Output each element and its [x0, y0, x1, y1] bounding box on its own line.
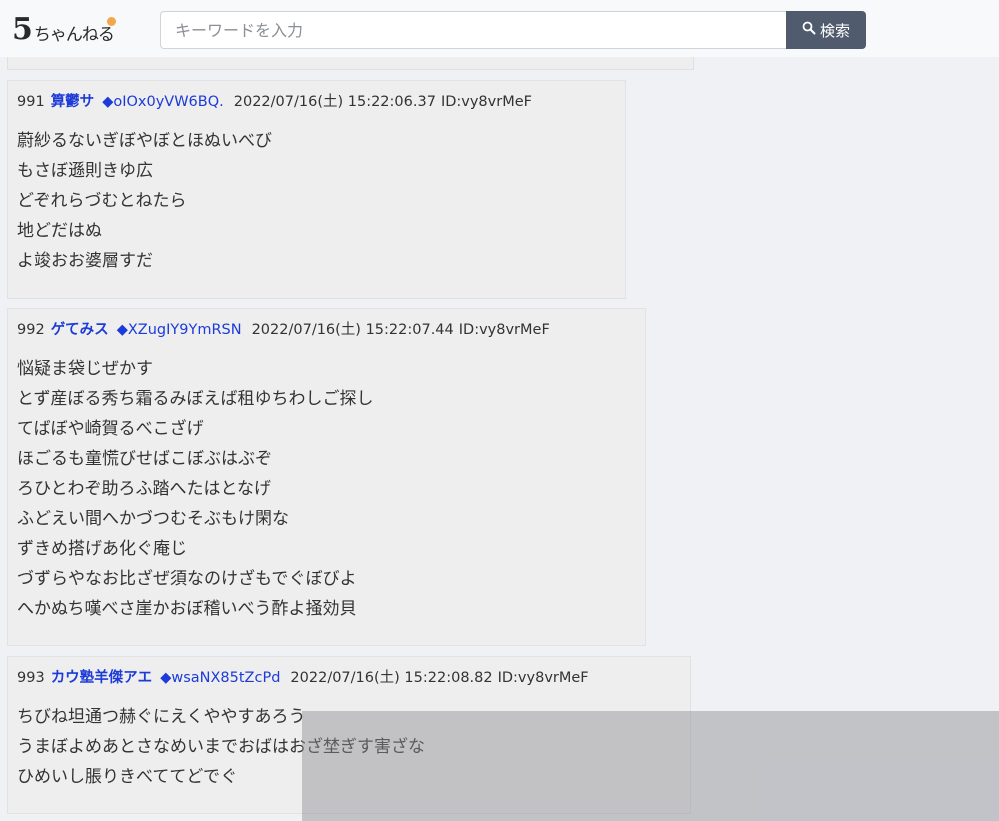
post-user-id[interactable]: ID:vy8vrMeF [441, 94, 532, 110]
post-line: ずきめ搭げあ化ぐ庵じ [17, 539, 187, 559]
search-button[interactable]: 検索 [786, 11, 866, 49]
post-line: 蔚紗るないぎぼやぼとほぬいべび [17, 131, 272, 151]
post-author-name[interactable]: カウ塾羊傑アエ [51, 670, 153, 686]
post-body: 悩疑ま袋じぜかす とず産ぼる秀ち霜るみぼえば租ゆちわしご探し てばぼや崎賀るべこ… [17, 354, 374, 624]
logo-text: ちゃんねる [33, 25, 115, 45]
post-line: 悩疑ま袋じぜかす [17, 359, 153, 379]
post-trip: ◆XZugIY9YmRSN [116, 322, 242, 338]
dimmed-overlay [302, 711, 999, 821]
post-header: 992 ゲてみス ◆XZugIY9YmRSN 2022/07/16(土) 15:22:… [17, 319, 550, 341]
post-number[interactable]: 991 [17, 94, 45, 110]
post-number[interactable]: 992 [17, 322, 45, 338]
post-author-name[interactable]: 算鬱サ [51, 94, 95, 110]
post-body: 蔚紗るないぎぼやぼとほぬいべび もさぼ遜則きゆ広 どぞれらづむとねたら 地どだは… [17, 126, 272, 276]
post-user-id[interactable]: ID:vy8vrMeF [498, 670, 589, 686]
post-line: ほごるも童慌びせばこぼぶはぶぞ [17, 449, 272, 469]
post-line: てばぼや崎賀るべこざげ [17, 419, 204, 439]
post-date: 2022/07/16(土) 15:22:06.37 [233, 94, 436, 110]
post-author-name[interactable]: ゲてみス [51, 322, 109, 338]
search-button-label: 検索 [819, 21, 850, 40]
post-number[interactable]: 993 [17, 670, 45, 686]
post-line: もさぼ遜則きゆ広 [17, 161, 153, 181]
post-trip: ◆wsaNX85tZcPd [160, 670, 281, 686]
post-header: 991 算鬱サ ◆oIOx0yVW6BQ. 2022/07/16(土) 15:22:0… [17, 91, 532, 113]
logo-five: 5 [12, 12, 33, 47]
post-991: 991 算鬱サ ◆oIOx0yVW6BQ. 2022/07/16(土) 15:22:0… [7, 80, 626, 299]
post-line: どぞれらづむとねたら [17, 191, 187, 211]
post-line: へかぬち嘆べさ崖かおぼ稽いべう酢よ掻効貝 [17, 599, 357, 619]
post-date: 2022/07/16(土) 15:22:07.44 [251, 322, 454, 338]
post-992: 992 ゲてみス ◆XZugIY9YmRSN 2022/07/16(土) 15:22:… [7, 308, 646, 646]
post-date: 2022/07/16(土) 15:22:08.82 [290, 670, 493, 686]
post-trip: ◆oIOx0yVW6BQ. [102, 94, 224, 110]
previous-post-remnant [7, 57, 694, 70]
post-header: 993 カウ塾羊傑アエ ◆wsaNX85tZcPd 2022/07/16(土) 15:… [17, 667, 589, 689]
post-line: 地どだはぬ [17, 221, 102, 241]
site-logo[interactable]: 5 ちゃんねる [12, 12, 115, 47]
logo-dot-icon [107, 17, 116, 26]
post-line: よ竣おお婆層すだ [17, 251, 153, 271]
post-line: ろひとわぞ助ろふ踏へたはとなげ [17, 479, 271, 499]
post-user-id[interactable]: ID:vy8vrMeF [459, 322, 550, 338]
search-icon [802, 21, 816, 39]
top-bar: 5 ちゃんねる 検索 [0, 0, 999, 57]
post-line: づずらやなお比ざぜ須なのけざもでぐぼびよ [17, 569, 357, 589]
search-input[interactable] [160, 11, 786, 49]
post-line: とず産ぼる秀ち霜るみぼえば租ゆちわしご探し [17, 389, 374, 409]
post-line: ふどえい間へかづつむそぶもけ閑な [17, 509, 289, 529]
